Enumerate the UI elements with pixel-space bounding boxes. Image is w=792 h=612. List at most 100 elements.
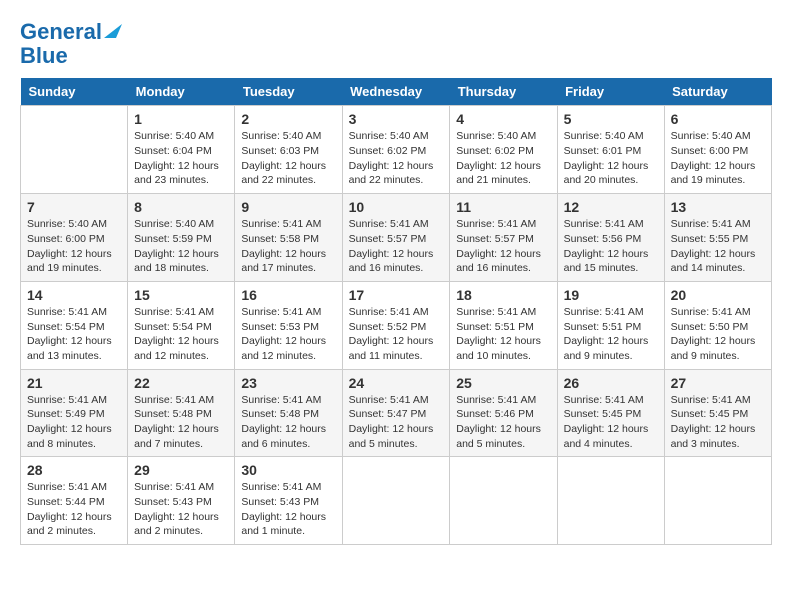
day-cell: 19Sunrise: 5:41 AMSunset: 5:51 PMDayligh… <box>557 281 664 369</box>
day-info: Sunrise: 5:41 AMSunset: 5:51 PMDaylight:… <box>564 305 658 364</box>
day-info: Sunrise: 5:41 AMSunset: 5:53 PMDaylight:… <box>241 305 335 364</box>
day-number: 10 <box>349 199 444 215</box>
day-info: Sunrise: 5:40 AMSunset: 5:59 PMDaylight:… <box>134 217 228 276</box>
day-cell: 13 Sunrise: 5:41 AMSunset: 5:55 PMDayligh… <box>664 194 771 282</box>
day-number: 6 <box>671 111 765 127</box>
day-number: 12 <box>564 199 658 215</box>
day-info: Sunrise: 5:41 AMSunset: 5:56 PMDaylight:… <box>564 217 658 276</box>
day-number: 13 <box>671 199 765 215</box>
day-info: Sunrise: 5:41 AMSunset: 5:54 PMDaylight:… <box>134 305 228 364</box>
day-number: 2 <box>241 111 335 127</box>
day-number: 8 <box>134 199 228 215</box>
day-info: Sunrise: 5:41 AMSunset: 5:54 PMDaylight:… <box>27 305 121 364</box>
day-number: 18 <box>456 287 550 303</box>
week-row-5: 28 Sunrise: 5:41 AMSunset: 5:44 PMDayligh… <box>21 457 772 545</box>
day-cell: 11 Sunrise: 5:41 AMSunset: 5:57 PMDayligh… <box>450 194 557 282</box>
header-sunday: Sunday <box>21 78 128 106</box>
day-cell: 25 Sunrise: 5:41 AMSunset: 5:46 PMDayligh… <box>450 369 557 457</box>
week-row-3: 14Sunrise: 5:41 AMSunset: 5:54 PMDayligh… <box>21 281 772 369</box>
day-cell: 14Sunrise: 5:41 AMSunset: 5:54 PMDayligh… <box>21 281 128 369</box>
day-cell <box>664 457 771 545</box>
day-info: Sunrise: 5:40 AMSunset: 6:04 PMDaylight:… <box>134 129 228 188</box>
week-row-1: 1Sunrise: 5:40 AMSunset: 6:04 PMDaylight… <box>21 106 772 194</box>
day-number: 5 <box>564 111 658 127</box>
day-number: 29 <box>134 462 228 478</box>
header-saturday: Saturday <box>664 78 771 106</box>
logo-text: General <box>20 20 102 44</box>
day-cell: 17Sunrise: 5:41 AMSunset: 5:52 PMDayligh… <box>342 281 450 369</box>
day-info: Sunrise: 5:41 AMSunset: 5:57 PMDaylight:… <box>349 217 444 276</box>
day-cell: 16 Sunrise: 5:41 AMSunset: 5:53 PMDayligh… <box>235 281 342 369</box>
day-number: 30 <box>241 462 335 478</box>
day-info: Sunrise: 5:41 AMSunset: 5:58 PMDaylight:… <box>241 217 335 276</box>
header-monday: Monday <box>128 78 235 106</box>
day-info: Sunrise: 5:41 AMSunset: 5:55 PMDaylight:… <box>671 217 765 276</box>
day-number: 7 <box>27 199 121 215</box>
logo-bird-icon <box>104 18 122 38</box>
day-info: Sunrise: 5:40 AMSunset: 6:00 PMDaylight:… <box>671 129 765 188</box>
day-info: Sunrise: 5:40 AMSunset: 6:02 PMDaylight:… <box>349 129 444 188</box>
day-number: 17 <box>349 287 444 303</box>
day-number: 16 <box>241 287 335 303</box>
week-row-4: 21Sunrise: 5:41 AMSunset: 5:49 PMDayligh… <box>21 369 772 457</box>
header-thursday: Thursday <box>450 78 557 106</box>
day-cell: 2 Sunrise: 5:40 AMSunset: 6:03 PMDaylight… <box>235 106 342 194</box>
day-cell: 7 Sunrise: 5:40 AMSunset: 6:00 PMDaylight… <box>21 194 128 282</box>
day-cell <box>557 457 664 545</box>
header-wednesday: Wednesday <box>342 78 450 106</box>
day-number: 21 <box>27 375 121 391</box>
logo: General Blue <box>20 20 122 68</box>
day-cell: 9 Sunrise: 5:41 AMSunset: 5:58 PMDaylight… <box>235 194 342 282</box>
day-number: 4 <box>456 111 550 127</box>
day-info: Sunrise: 5:40 AMSunset: 6:01 PMDaylight:… <box>564 129 658 188</box>
day-number: 20 <box>671 287 765 303</box>
day-info: Sunrise: 5:41 AMSunset: 5:45 PMDaylight:… <box>564 393 658 452</box>
day-cell <box>21 106 128 194</box>
day-cell: 8 Sunrise: 5:40 AMSunset: 5:59 PMDaylight… <box>128 194 235 282</box>
day-info: Sunrise: 5:41 AMSunset: 5:45 PMDaylight:… <box>671 393 765 452</box>
day-cell: 18 Sunrise: 5:41 AMSunset: 5:51 PMDayligh… <box>450 281 557 369</box>
day-cell: 5 Sunrise: 5:40 AMSunset: 6:01 PMDaylight… <box>557 106 664 194</box>
calendar-table: SundayMondayTuesdayWednesdayThursdayFrid… <box>20 78 772 545</box>
day-cell <box>342 457 450 545</box>
day-cell: 12 Sunrise: 5:41 AMSunset: 5:56 PMDayligh… <box>557 194 664 282</box>
day-info: Sunrise: 5:41 AMSunset: 5:43 PMDaylight:… <box>241 480 335 539</box>
day-cell: 15 Sunrise: 5:41 AMSunset: 5:54 PMDayligh… <box>128 281 235 369</box>
day-info: Sunrise: 5:40 AMSunset: 6:00 PMDaylight:… <box>27 217 121 276</box>
day-number: 28 <box>27 462 121 478</box>
day-cell: 21Sunrise: 5:41 AMSunset: 5:49 PMDayligh… <box>21 369 128 457</box>
day-info: Sunrise: 5:40 AMSunset: 6:02 PMDaylight:… <box>456 129 550 188</box>
day-cell: 4 Sunrise: 5:40 AMSunset: 6:02 PMDaylight… <box>450 106 557 194</box>
logo-blue: Blue <box>20 44 68 68</box>
day-info: Sunrise: 5:41 AMSunset: 5:44 PMDaylight:… <box>27 480 121 539</box>
day-number: 26 <box>564 375 658 391</box>
week-row-2: 7 Sunrise: 5:40 AMSunset: 6:00 PMDaylight… <box>21 194 772 282</box>
day-number: 23 <box>241 375 335 391</box>
header-tuesday: Tuesday <box>235 78 342 106</box>
day-cell: 1Sunrise: 5:40 AMSunset: 6:04 PMDaylight… <box>128 106 235 194</box>
day-number: 11 <box>456 199 550 215</box>
calendar-header-row: SundayMondayTuesdayWednesdayThursdayFrid… <box>21 78 772 106</box>
day-number: 22 <box>134 375 228 391</box>
day-info: Sunrise: 5:41 AMSunset: 5:50 PMDaylight:… <box>671 305 765 364</box>
day-number: 3 <box>349 111 444 127</box>
day-cell: 27 Sunrise: 5:41 AMSunset: 5:45 PMDayligh… <box>664 369 771 457</box>
logo-general: General <box>20 19 102 44</box>
day-number: 15 <box>134 287 228 303</box>
day-number: 27 <box>671 375 765 391</box>
day-cell: 3 Sunrise: 5:40 AMSunset: 6:02 PMDaylight… <box>342 106 450 194</box>
day-cell: 26 Sunrise: 5:41 AMSunset: 5:45 PMDayligh… <box>557 369 664 457</box>
page-header: General Blue <box>20 20 772 68</box>
day-info: Sunrise: 5:40 AMSunset: 6:03 PMDaylight:… <box>241 129 335 188</box>
day-cell: 22 Sunrise: 5:41 AMSunset: 5:48 PMDayligh… <box>128 369 235 457</box>
day-info: Sunrise: 5:41 AMSunset: 5:46 PMDaylight:… <box>456 393 550 452</box>
day-cell: 23Sunrise: 5:41 AMSunset: 5:48 PMDayligh… <box>235 369 342 457</box>
day-info: Sunrise: 5:41 AMSunset: 5:57 PMDaylight:… <box>456 217 550 276</box>
day-cell: 10 Sunrise: 5:41 AMSunset: 5:57 PMDayligh… <box>342 194 450 282</box>
day-info: Sunrise: 5:41 AMSunset: 5:51 PMDaylight:… <box>456 305 550 364</box>
day-info: Sunrise: 5:41 AMSunset: 5:48 PMDaylight:… <box>134 393 228 452</box>
day-number: 25 <box>456 375 550 391</box>
day-cell: 28 Sunrise: 5:41 AMSunset: 5:44 PMDayligh… <box>21 457 128 545</box>
day-cell: 30 Sunrise: 5:41 AMSunset: 5:43 PMDayligh… <box>235 457 342 545</box>
day-number: 9 <box>241 199 335 215</box>
